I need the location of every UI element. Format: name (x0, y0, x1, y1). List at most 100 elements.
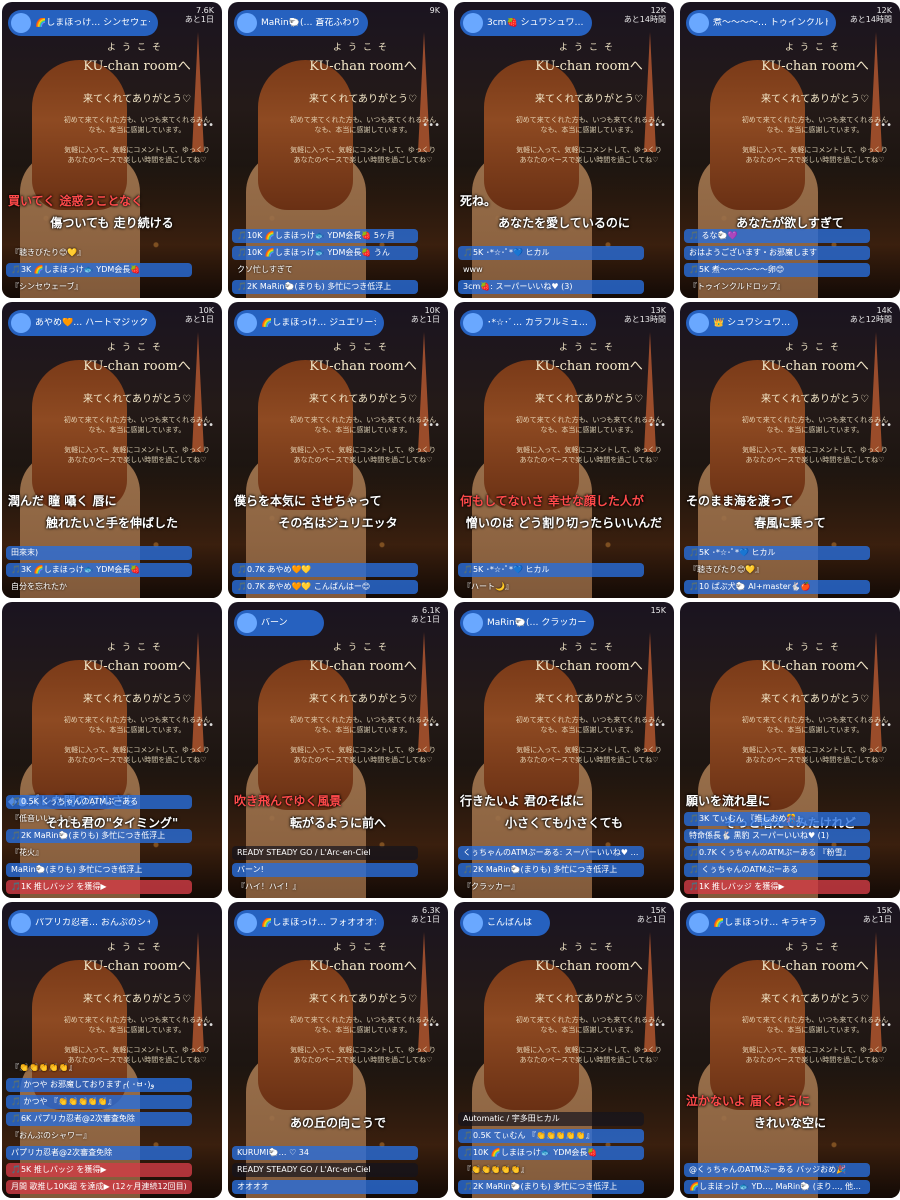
stream-tile[interactable]: 12K あと14時間 3cm🍓 シュワシュワ… ようこそ KU-chan roomへ 来て… (454, 2, 674, 298)
host-badge[interactable]: 🌈しまほっけ… シンセウェーブ (8, 10, 158, 36)
stream-tile[interactable]: 15K MaRin🐑(… クラッカー ようこそ KU-chan roomへ 来てくれてあ… (454, 602, 674, 898)
more-dots-icon[interactable]: ••• (648, 720, 666, 731)
more-dots-icon[interactable]: ••• (196, 1020, 214, 1031)
more-dots-icon[interactable]: ••• (196, 720, 214, 731)
more-dots-icon[interactable]: ••• (874, 420, 892, 431)
avatar[interactable] (463, 613, 483, 633)
comment-item: くぅちゃんのATMぷーある: スーパーいいね♥ (7) (458, 846, 644, 860)
host-badge[interactable]: 🌈しまほっけ… フォオオオオ (234, 910, 384, 936)
host-name: 🌈しまほっけ… フォオオオオ (261, 918, 376, 928)
host-badge[interactable]: 煮～～～～… トゥインクルド… (686, 10, 836, 36)
avatar[interactable] (237, 13, 257, 33)
lyric-line-2: その名はジュリエッタ (278, 516, 398, 530)
more-dots-icon[interactable]: ••• (196, 120, 214, 131)
more-dots-icon[interactable]: ••• (874, 720, 892, 731)
host-badge[interactable]: バーン (234, 610, 324, 636)
more-dots-icon[interactable]: ••• (648, 1020, 666, 1031)
stream-tile[interactable]: 12Kあと14時間煮～～～～… トゥインクルド…ようこそKU-chan room… (680, 2, 900, 298)
avatar[interactable] (463, 313, 483, 333)
comment-item: 『シンセウェーブ』 (11, 282, 83, 291)
welcome-board: ようこそ KU-chan roomへ 来てくれてありがとう♡ 初めて来てくれた方も、い… (288, 940, 438, 1065)
welcome-line-5: 気軽に入って、気軽にコメントして、ゆっくりあなたのペースで楽しい時間を過ごしてね… (516, 146, 662, 164)
welcome-line-3: 来てくれてありがとう♡ (308, 694, 418, 705)
stream-tile[interactable]: 15K あと1日 こんばんは ようこそ KU-chan roomへ 来てくれてありがとう♡… (454, 902, 674, 1198)
viewer-count-number: 12K (650, 6, 666, 15)
avatar[interactable] (689, 913, 709, 933)
comment-item: 🎵2K MaRin🐑(まりも) 多忙につき低浮上 (232, 280, 418, 294)
viewer-count-number: 15K (650, 906, 666, 915)
welcome-line-3: 来てくれてありがとう♡ (760, 994, 870, 1005)
more-dots-icon[interactable]: ••• (196, 420, 214, 431)
more-dots-icon[interactable]: ••• (422, 420, 440, 431)
comment-feed: 🎵5K ･*☆･ﾟ*💙 ヒカル 『聴きびたり😊💛』 🎵10 ぱぷ犬🐑 AI+mast… (684, 546, 870, 594)
more-dots-icon[interactable]: ••• (874, 120, 892, 131)
more-dots-icon[interactable]: ••• (422, 720, 440, 731)
welcome-line-4: 初めて来てくれた方も、いつも来てくれるみんなも、本当に感謝しています。 (63, 116, 211, 134)
stream-tile[interactable]: 10Kあと1日 🌈しまほっけ… ジュエリーシ… ようこそ KU-chan roomへ来… (228, 302, 448, 598)
avatar[interactable] (463, 13, 483, 33)
stream-tile[interactable]: 13K あと13時間 ･*☆･ﾟ… カラフルミュ… ようこそ KU-chan roomへ… (454, 302, 674, 598)
comment-item: 🌈しまほっけ🐟 YD…, MaRin🐑 (まり…, 他1人 (684, 1180, 870, 1194)
host-badge[interactable]: 👑 シュワシュワ… (686, 310, 799, 336)
host-badge[interactable]: 3cm🍓 シュワシュワ… (460, 10, 592, 36)
welcome-line-3: 来てくれてありがとう♡ (308, 994, 418, 1005)
stream-tile[interactable]: ようこそ KU-chan roomへ 来てくれてありがとう♡ 初めて来てくれた方も、い… (2, 602, 222, 898)
host-badge[interactable]: 🌈しまほっけ… キラキラ (686, 910, 826, 936)
welcome-line-1: ようこそ (558, 643, 619, 653)
host-name: 🌈しまほっけ… シンセウェーブ (35, 18, 150, 28)
host-badge[interactable]: こんばんは (460, 910, 550, 936)
welcome-line-5: 気軽に入って、気軽にコメントして、ゆっくりあなたのペースで楽しい時間を過ごしてね… (290, 1046, 436, 1064)
welcome-line-2: KU-chan roomへ (761, 659, 869, 674)
stream-tile[interactable]: 6.1K あと1日 バーン ようこそ KU-chan roomへ 来てくれてありがとう♡ 初… (228, 602, 448, 898)
avatar[interactable] (689, 313, 709, 333)
viewer-count-number: 15K (876, 906, 892, 915)
stream-tile[interactable]: 6.3K あと1日 🌈しまほっけ… フォオオオオ ようこそ KU-chan roomへ来… (228, 902, 448, 1198)
welcome-line-2: KU-chan roomへ (535, 959, 643, 974)
comment-item: 🎵5K ･*☆･ﾟ*💙 ヒカル (458, 246, 644, 260)
avatar[interactable] (689, 13, 709, 33)
lyric-line-1: 何もしてないさ 幸せな顔した人が (460, 494, 644, 508)
more-dots-icon[interactable]: ••• (422, 1020, 440, 1031)
viewer-count: 9K (430, 6, 440, 15)
host-badge[interactable]: ･*☆･ﾟ… カラフルミュ… (460, 310, 596, 336)
avatar[interactable] (237, 613, 257, 633)
host-badge[interactable]: あやめ🧡… ハートマジック (8, 310, 157, 336)
host-badge[interactable]: パプリカ忍者… おんぷのシャ… (8, 910, 158, 936)
avatar[interactable] (237, 913, 257, 933)
stream-tile[interactable]: 7.6Kあと1日 🌈しまほっけ… シンセウェーブようこそ KU-chan roomへ… (2, 2, 222, 298)
host-badge[interactable]: 🌈しまほっけ… ジュエリーシ… (234, 310, 384, 336)
stream-tile[interactable]: 14K あと12時間 👑 シュワシュワ… ようこそ KU-chan roomへ 来てくれて… (680, 302, 900, 598)
avatar[interactable] (463, 913, 483, 933)
comment-feed: 『👏👏👏👏👏』 🎵 かつや お邪魔しております╭( ･ㅂ･)و 🎵 かつや 『👏👏👏… (6, 1061, 192, 1194)
avatar[interactable] (11, 313, 31, 333)
stream-tile[interactable]: 9K MaRin🐑(… 蒼花ふわりようこそ KU-chan roomへ 来てくれてあり… (228, 2, 448, 298)
lyric-line-2: 小さくても小さくても (504, 816, 624, 830)
avatar[interactable] (11, 913, 31, 933)
more-dots-icon[interactable]: ••• (422, 120, 440, 131)
stream-tile[interactable]: ようこそ KU-chan roomへ 来てくれてありがとう♡ 初めて来てくれた方も、い… (680, 602, 900, 898)
host-badge[interactable]: MaRin🐑(… クラッカー (460, 610, 595, 636)
avatar[interactable] (11, 13, 31, 33)
comment-item: 自分を忘れたか (11, 582, 67, 591)
welcome-line-1: ようこそ (558, 43, 619, 53)
welcome-board: ようこそ KU-chan roomへ 来てくれてありがとう♡ 初めて来てくれた方も、い… (288, 40, 438, 165)
stream-tile[interactable]: 15K あと1日 🌈しまほっけ… キラキラ ようこそ KU-chan roomへ 来てくれ… (680, 902, 900, 1198)
welcome-line-4: 初めて来てくれた方も、いつも来てくれるみんなも、本当に感謝しています。 (741, 1016, 889, 1034)
viewer-count: 14K あと12時間 (850, 306, 892, 324)
host-badge[interactable]: MaRin🐑(… 蒼花ふわり (234, 10, 369, 36)
stream-tile[interactable]: 10K あと1日 あやめ🧡… ハートマジック ようこそ KU-chan roomへ 来てく… (2, 302, 222, 598)
welcome-board: ようこそ KU-chan roomへ 来てくれてありがとう♡ 初めて来てくれた方も、い… (514, 940, 664, 1065)
time-remaining: あと1日 (862, 915, 892, 924)
comment-item: 『聴きびたり😊💛』 (689, 565, 764, 574)
welcome-line-3: 来てくれてありがとう♡ (760, 94, 870, 105)
lyric-line-2: 春風に乗って (754, 516, 826, 530)
more-dots-icon[interactable]: ••• (874, 1020, 892, 1031)
more-dots-icon[interactable]: ••• (648, 420, 666, 431)
more-dots-icon[interactable]: ••• (648, 120, 666, 131)
avatar[interactable] (237, 313, 257, 333)
welcome-line-4: 初めて来てくれた方も、いつも来てくれるみんなも、本当に感謝しています。 (741, 116, 889, 134)
comment-item: 🎵2K MaRin🐑(まりも) 多忙につき低浮上 (458, 1180, 644, 1194)
stream-tile[interactable]: パプリカ忍者… おんぷのシャ… ようこそ KU-chan roomへ来てくれてありが… (2, 902, 222, 1198)
viewer-count-number: 12K (876, 6, 892, 15)
comment-item: 🎵5K ･*☆･ﾟ*💙 ヒカル (458, 563, 644, 577)
